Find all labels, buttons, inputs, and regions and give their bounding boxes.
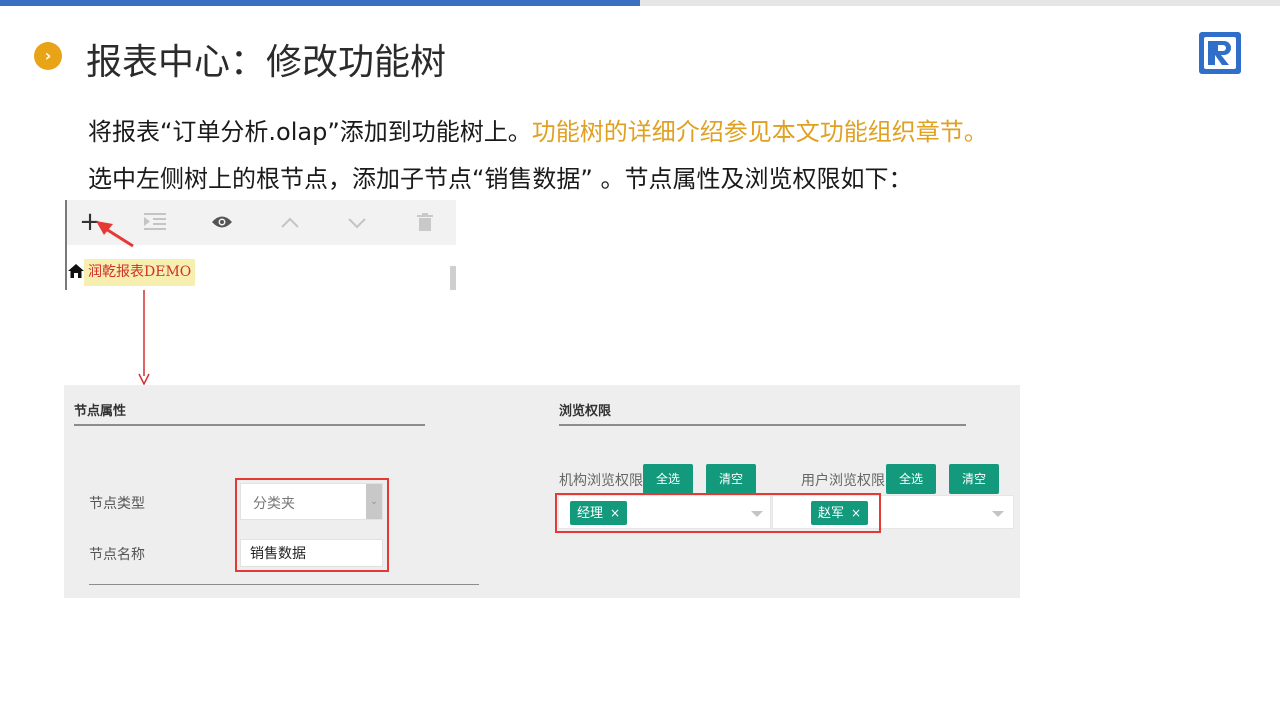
brand-logo (1199, 32, 1241, 74)
instruction-highlight: 功能树的详细介绍参见本文功能组织章节。 (531, 118, 988, 146)
user-permission-label: 用户浏览权限 (801, 473, 885, 489)
add-icon[interactable]: + (75, 208, 105, 236)
org-clear-button[interactable]: 清空 (706, 464, 756, 494)
instruction-line-1: 将报表“订单分析.olap”添加到功能树上。功能树的详细介绍参见本文功能组织章节… (88, 112, 988, 147)
node-type-label: 节点类型 (89, 496, 145, 512)
instruction-text: 将报表“订单分析.olap”添加到功能树上。 (88, 118, 532, 146)
indent-icon[interactable] (140, 208, 170, 236)
tree-border (65, 200, 67, 290)
user-select-all-button[interactable]: 全选 (886, 464, 936, 494)
org-permission-label: 机构浏览权限 (559, 473, 643, 489)
instruction-line-2: 选中左侧树上的根节点，添加子节点“销售数据” 。节点属性及浏览权限如下： (88, 165, 913, 193)
tree-toolbar: + (65, 200, 456, 245)
home-icon (68, 264, 84, 278)
trash-icon[interactable] (410, 208, 440, 236)
title-bullet-icon: › (34, 42, 62, 70)
permissions-divider (559, 424, 966, 426)
top-accent-bar (0, 0, 640, 6)
highlight-box-permissions (555, 493, 881, 533)
permissions-title: 浏览权限 (559, 404, 612, 419)
tree-scrollbar[interactable] (450, 266, 456, 290)
user-clear-button[interactable]: 清空 (949, 464, 999, 494)
down-icon[interactable] (342, 208, 372, 236)
node-props-title: 节点属性 (74, 404, 127, 419)
highlight-box-node-props (235, 478, 389, 572)
annotation-arrows (96, 221, 150, 386)
chevron-down-icon[interactable] (992, 511, 1004, 517)
node-settings-panel (64, 385, 1020, 598)
eye-icon[interactable] (207, 208, 237, 236)
org-select-all-button[interactable]: 全选 (643, 464, 693, 494)
node-props-bottom-line (89, 584, 479, 585)
page-title: 报表中心：修改功能树 (86, 42, 447, 83)
node-name-label: 节点名称 (89, 547, 145, 563)
up-icon[interactable] (275, 208, 305, 236)
top-gray-bar (640, 0, 1280, 6)
tree-root-node[interactable]: 润乾报表DEMO (84, 259, 196, 286)
node-props-divider (74, 424, 425, 426)
